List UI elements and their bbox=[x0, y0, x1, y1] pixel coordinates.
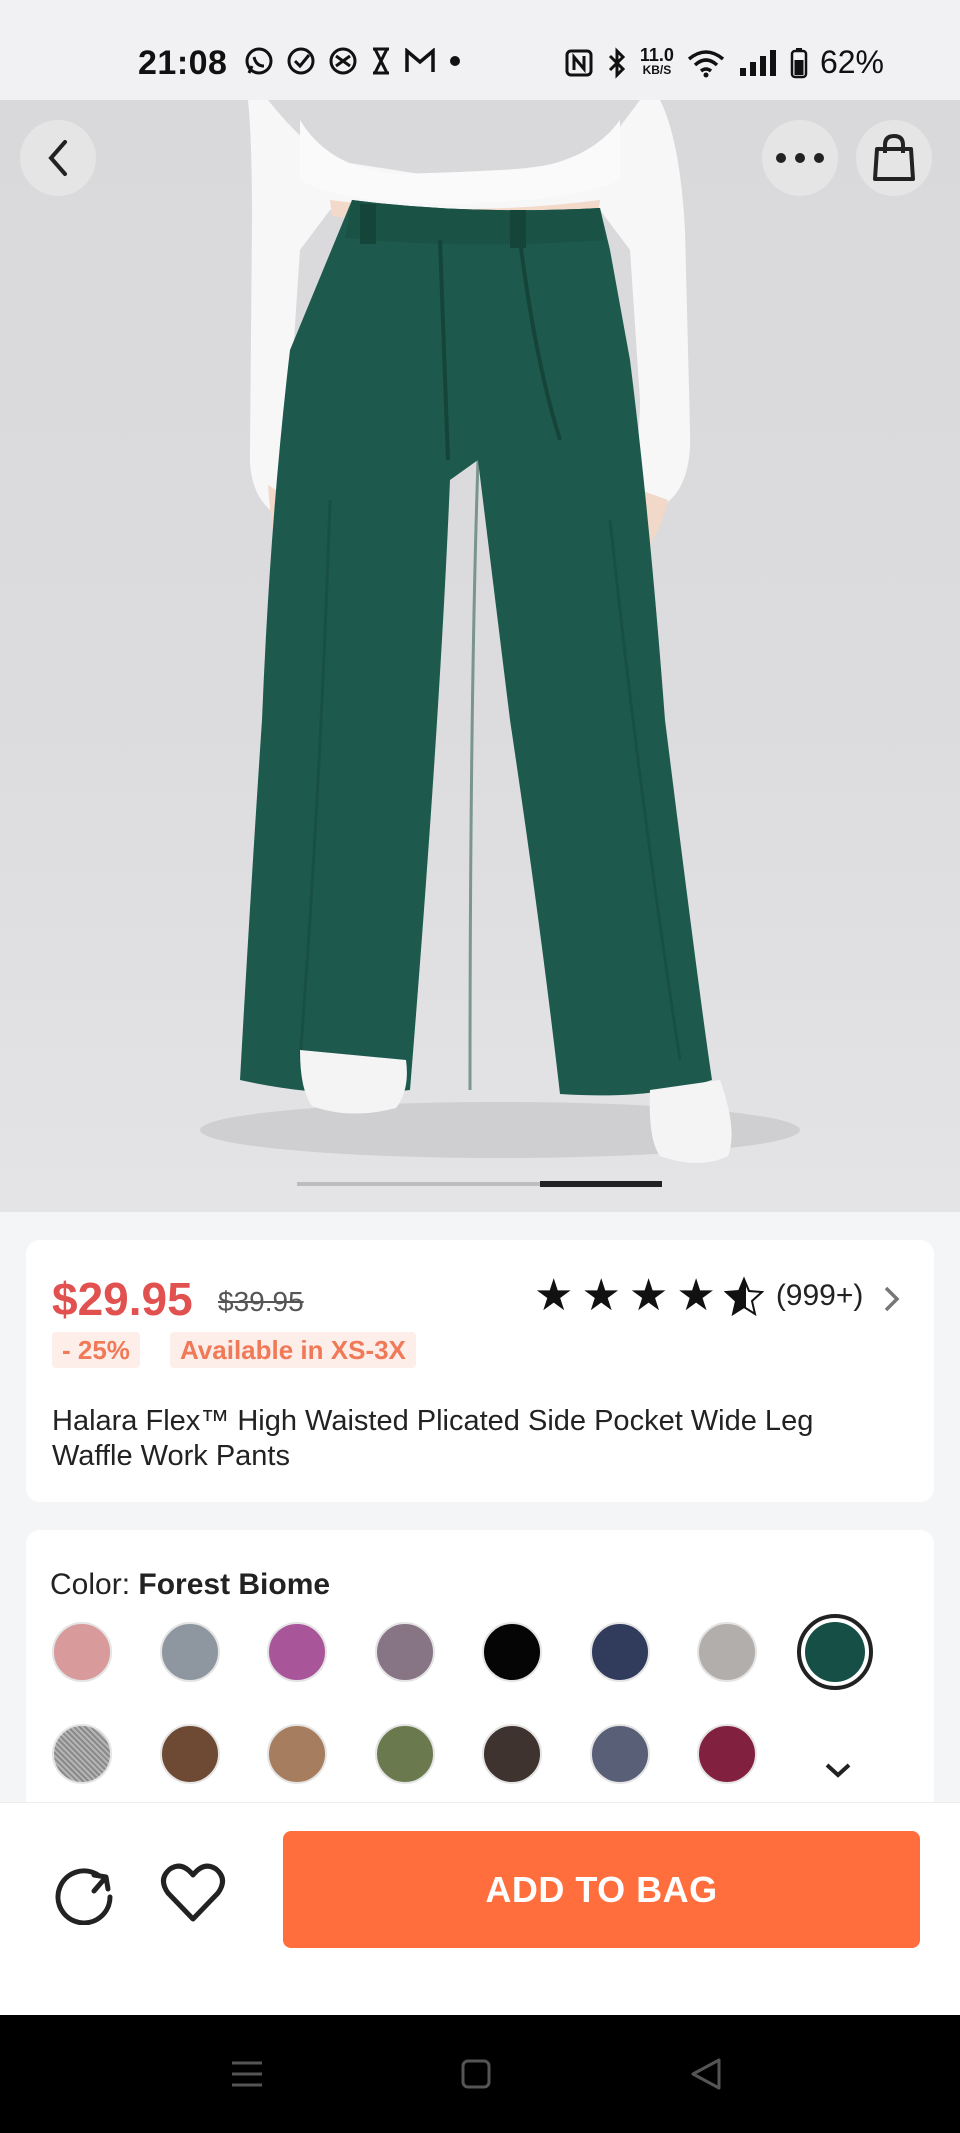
product-image-carousel[interactable] bbox=[0, 100, 960, 1212]
product-summary-card: $29.95 $39.95 ★ ★ ★ ★ (999+) - 25% Avail… bbox=[26, 1240, 934, 1502]
square-icon bbox=[461, 2059, 491, 2089]
more-options-button[interactable] bbox=[762, 120, 838, 196]
color-selector-card: Color: Forest Biome bbox=[26, 1530, 934, 1830]
bottom-action-bar: ADD TO BAG bbox=[0, 1802, 960, 2015]
star-half-icon bbox=[723, 1276, 764, 1316]
color-swatch[interactable] bbox=[697, 1724, 757, 1784]
color-swatch[interactable] bbox=[267, 1622, 327, 1682]
original-price: $39.95 bbox=[218, 1286, 304, 1317]
star-full-icon: ★ bbox=[581, 1271, 621, 1320]
star-full-icon: ★ bbox=[628, 1271, 669, 1320]
system-icons: 11.0 KB/S 62% bbox=[564, 44, 884, 81]
triangle-back-icon bbox=[691, 2058, 721, 2090]
color-swatch[interactable] bbox=[482, 1724, 542, 1784]
color-label: Color: Forest Biome bbox=[50, 1568, 331, 1601]
more-horizontal-icon bbox=[776, 153, 824, 163]
gmail-icon bbox=[405, 48, 435, 72]
review-count: (999+) bbox=[775, 1279, 864, 1312]
share-button[interactable] bbox=[54, 1863, 116, 1926]
add-to-bag-button[interactable]: ADD TO BAG bbox=[283, 1831, 920, 1948]
battery-icon bbox=[790, 47, 808, 78]
chevron-right-icon[interactable] bbox=[882, 1284, 902, 1314]
color-swatch-selected[interactable] bbox=[796, 1614, 873, 1690]
color-swatch[interactable] bbox=[697, 1622, 757, 1682]
shopping-bag-button[interactable] bbox=[856, 120, 932, 196]
whatsapp-icon bbox=[245, 47, 273, 75]
wifi-icon bbox=[687, 49, 725, 77]
chevron-down-icon[interactable] bbox=[823, 1761, 853, 1781]
color-swatch[interactable] bbox=[267, 1724, 327, 1784]
color-swatch[interactable] bbox=[159, 1724, 220, 1784]
battery-level: 62% bbox=[819, 44, 884, 80]
status-time: 21:08 bbox=[138, 44, 228, 82]
signal-app-icon bbox=[329, 47, 357, 75]
discount-badge: - 25% bbox=[52, 1332, 140, 1368]
color-swatch[interactable] bbox=[589, 1622, 650, 1682]
product-title: Halara Flex™ High Waisted Plicated Side … bbox=[52, 1405, 814, 1472]
carousel-progress-indicator bbox=[540, 1181, 662, 1187]
shopping-bag-icon bbox=[873, 133, 915, 181]
rating-summary[interactable]: ★ ★ ★ ★ (999+) bbox=[534, 1274, 863, 1318]
cellular-signal-icon bbox=[739, 49, 776, 76]
heart-icon bbox=[161, 1863, 225, 1922]
selected-color-name: Forest Biome bbox=[138, 1568, 331, 1601]
home-button[interactable] bbox=[451, 2049, 501, 2099]
check-circle-icon bbox=[287, 47, 315, 75]
color-swatch[interactable] bbox=[52, 1724, 112, 1784]
menu-icon bbox=[232, 2061, 262, 2087]
star-full-icon: ★ bbox=[534, 1271, 574, 1320]
nfc-icon bbox=[565, 49, 593, 76]
status-bar: 21:08 11.0 KB/S 62% bbox=[0, 0, 960, 100]
color-swatch[interactable] bbox=[374, 1724, 435, 1784]
color-swatch[interactable] bbox=[374, 1622, 435, 1682]
star-full-icon: ★ bbox=[676, 1271, 716, 1320]
favorite-button[interactable] bbox=[160, 1863, 226, 1925]
back-button[interactable] bbox=[20, 120, 96, 196]
system-back-button[interactable] bbox=[681, 2049, 731, 2099]
color-swatch[interactable] bbox=[589, 1724, 650, 1784]
current-price: $29.95 bbox=[52, 1273, 193, 1325]
color-swatch[interactable] bbox=[482, 1622, 542, 1682]
recent-apps-button[interactable] bbox=[222, 2049, 272, 2099]
system-navigation-bar bbox=[0, 2015, 960, 2133]
share-icon bbox=[55, 1868, 113, 1926]
dot-icon bbox=[450, 56, 460, 66]
net-speed: 11.0 KB/S bbox=[639, 44, 674, 77]
product-photo bbox=[200, 100, 800, 1163]
hourglass-icon bbox=[373, 47, 389, 75]
size-availability-badge: Available in XS-3X bbox=[170, 1332, 416, 1368]
notification-icons bbox=[244, 46, 462, 76]
color-swatch[interactable] bbox=[52, 1622, 112, 1682]
bluetooth-icon bbox=[608, 46, 626, 79]
chevron-left-icon bbox=[48, 140, 67, 176]
color-swatch[interactable] bbox=[159, 1622, 220, 1682]
